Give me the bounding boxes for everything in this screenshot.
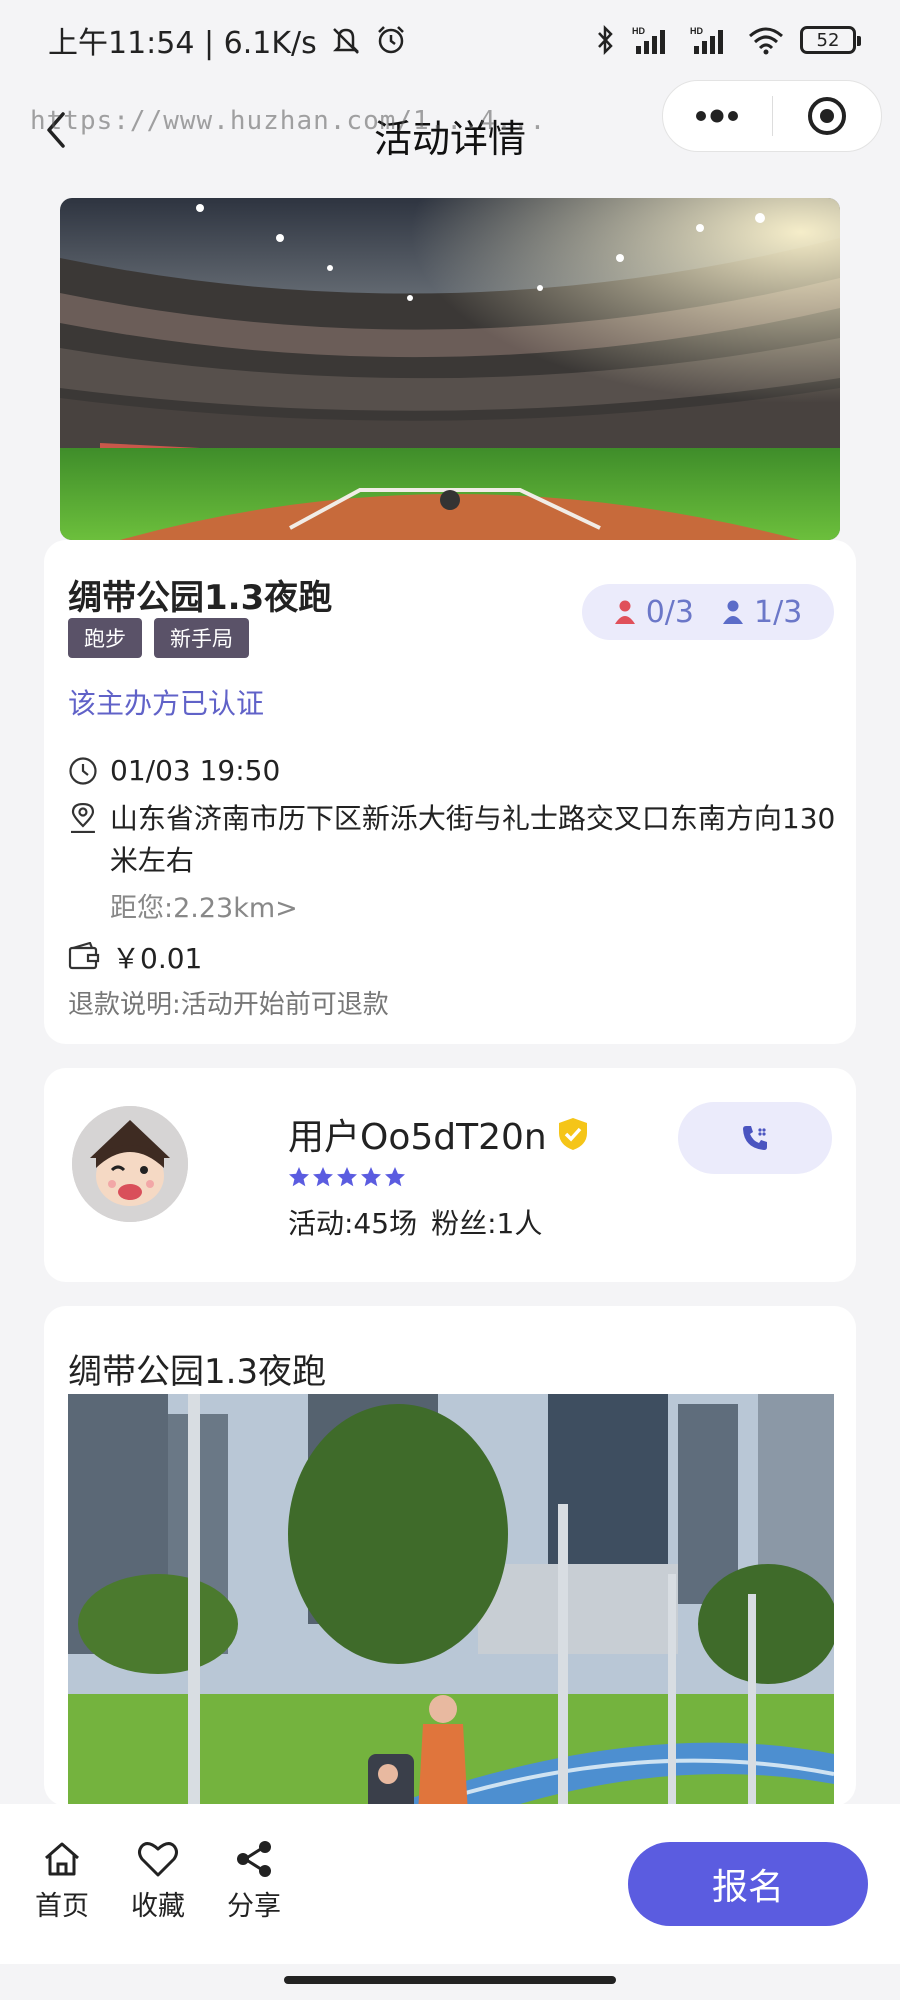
watermark: https://www.huzhan.com/1...4... [30, 106, 547, 136]
nav-bar: 活动详情 https://www.huzhan.com/1...4... [0, 80, 900, 180]
female-count-value: 0/3 [645, 594, 694, 630]
star-icon [289, 1167, 309, 1187]
home-indicator[interactable] [284, 1976, 616, 1984]
host-avatar-illustration [72, 1106, 188, 1222]
star-icon [361, 1167, 381, 1187]
host-fans: 粉丝:1人 [431, 1207, 543, 1240]
close-program-button[interactable] [772, 81, 881, 151]
mini-program-capsule [662, 80, 882, 152]
distance-link[interactable]: 距您:2.23km> [110, 886, 298, 925]
refund-note: 退款说明:活动开始前可退款 [68, 990, 389, 1020]
svg-text:HD: HD [690, 26, 703, 36]
event-address: 山东省济南市历下区新泺大街与礼士路交叉口东南方向130米左右 [109, 802, 836, 877]
female-icon [614, 600, 635, 624]
home-label: 首页 [35, 1891, 89, 1922]
banner-image[interactable] [60, 198, 840, 540]
event-tags: 跑步 新手局 [68, 618, 249, 658]
target-icon [807, 97, 846, 135]
more-button[interactable] [663, 81, 772, 151]
park-photo-illustration [68, 1394, 834, 1806]
svg-text:HD: HD [632, 26, 645, 36]
carousel-indicator[interactable] [440, 490, 460, 510]
host-rating [288, 1166, 406, 1188]
star-icon [385, 1167, 405, 1187]
signal-icon: HD [632, 26, 665, 54]
home-tab[interactable]: 首页 [22, 1840, 102, 1923]
park-photo[interactable] [68, 1394, 834, 1806]
share-label: 分享 [227, 1891, 281, 1922]
home-icon [45, 1842, 79, 1876]
male-count: 1/3 [722, 595, 802, 630]
event-info-card: 绸带公园1.3夜跑 跑步 新手局 0/3 1/3 该主办方已认证 01/03 1… [44, 540, 856, 1044]
wallet-icon [68, 942, 100, 970]
status-time: 上午11:54 | 6.1K/s [48, 26, 317, 61]
share-tab[interactable]: 分享 [214, 1840, 294, 1923]
tag: 新手局 [154, 618, 249, 658]
organizer-verified-text: 该主办方已认证 [68, 687, 265, 720]
share-icon [237, 1841, 271, 1877]
signup-button[interactable]: 报名 [628, 1842, 868, 1926]
stadium-illustration [60, 198, 840, 540]
star-icon [313, 1167, 333, 1187]
participant-count-pill[interactable]: 0/3 1/3 [582, 584, 834, 640]
host-activities: 活动:45场 [288, 1207, 418, 1240]
avatar[interactable] [72, 1106, 188, 1222]
status-right: HD HD 52 [596, 24, 861, 56]
phone-icon [743, 1126, 767, 1150]
male-count-value: 1/3 [754, 594, 803, 630]
event-title: 绸带公园1.3夜跑 [68, 578, 333, 618]
tag: 跑步 [68, 618, 142, 658]
heart-icon [138, 1842, 178, 1877]
mute-icon [332, 28, 359, 54]
bluetooth-icon [598, 24, 613, 56]
battery-level: 52 [816, 29, 840, 51]
event-price-row: ￥0.01 [68, 938, 202, 980]
signal-icon-2: HD [690, 26, 723, 54]
event-price: ￥0.01 [112, 942, 203, 975]
status-left: 上午11:54 | 6.1K/s [48, 18, 407, 62]
bottom-action-bar: 首页 收藏 分享 报名 [0, 1804, 900, 1964]
favorite-tab[interactable]: 收藏 [118, 1840, 198, 1923]
status-bar: 上午11:54 | 6.1K/s HD HD 52 [0, 0, 900, 80]
description-card: 绸带公园1.3夜跑 [44, 1306, 856, 1806]
female-count: 0/3 [614, 595, 694, 630]
alarm-icon [377, 26, 404, 54]
verified-badge-icon [558, 1118, 587, 1150]
host-name: 用户Oo5dT20n [288, 1117, 547, 1158]
male-icon [723, 600, 743, 624]
favorite-label: 收藏 [131, 1891, 185, 1922]
event-time: 01/03 19:50 [110, 754, 281, 787]
call-button[interactable] [678, 1102, 832, 1174]
description-title: 绸带公园1.3夜跑 [68, 1352, 327, 1392]
clock-icon [69, 757, 97, 785]
battery-indicator: 52 [800, 26, 861, 54]
wifi-icon [749, 27, 783, 55]
location-icon [70, 802, 95, 834]
host-name-row: 用户Oo5dT20n [288, 1108, 589, 1160]
event-time-row: 01/03 19:50 [68, 750, 280, 792]
more-icon [696, 109, 739, 123]
host-card[interactable]: 用户Oo5dT20n 活动:45场 粉丝:1人 [44, 1068, 856, 1282]
event-address-row[interactable]: 山东省济南市历下区新泺大街与礼士路交叉口东南方向130米左右 [68, 798, 838, 882]
host-stats: 活动:45场 粉丝:1人 [288, 1202, 542, 1242]
star-icon [337, 1167, 357, 1187]
